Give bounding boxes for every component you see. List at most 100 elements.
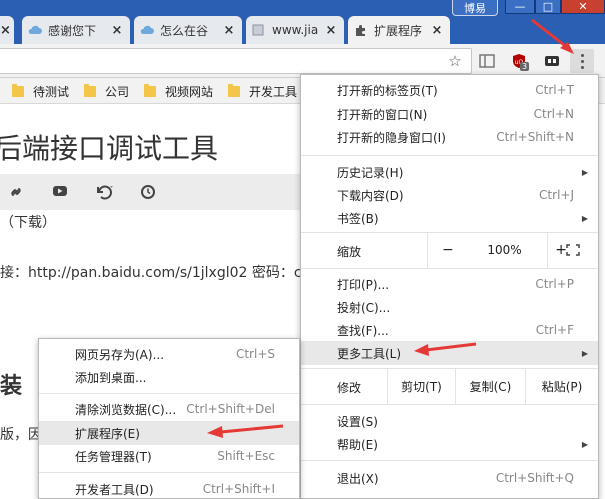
folder-icon (144, 84, 156, 97)
bookmark-label: 公司 (105, 85, 130, 99)
submenu-arrow-icon: ▶ (581, 439, 588, 449)
menu-item-shortcut: Ctrl+Shift+Q (495, 471, 574, 485)
more-tools-submenu: 网页另存为(A)... Ctrl+S 添加到桌面... 清除浏览数据(C)...… (38, 338, 300, 499)
menu-divider (39, 393, 299, 394)
tab-close-icon[interactable]: × (324, 23, 338, 38)
menu-item-label: 打开新的标签页(T) (337, 83, 438, 98)
history-icon[interactable] (140, 184, 156, 204)
menu-item-label: 打开新的隐身窗口(I) (337, 130, 446, 145)
minimize-button[interactable]: — (505, 0, 535, 14)
editor-toolbar (0, 174, 330, 210)
annotation-arrow-icon (414, 342, 477, 356)
tab-extensions[interactable]: 扩展程序 × (348, 16, 450, 44)
menu-item-print[interactable]: 打印(P)... Ctrl+P (301, 272, 598, 296)
menu-item-help[interactable]: 帮助(E) ▶ (301, 432, 598, 456)
tab-1[interactable]: 感谢您下 × (22, 16, 130, 44)
maximize-button[interactable]: □ (535, 0, 561, 14)
undo-icon[interactable] (94, 184, 116, 204)
submenu-arrow-icon: ▶ (581, 348, 588, 358)
puzzle-icon (354, 24, 368, 36)
submenu-item-task-manager[interactable]: 任务管理器(T) Shift+Esc (39, 444, 299, 468)
menu-item-history[interactable]: 历史记录(H) ▶ (301, 160, 598, 184)
zoom-out-button[interactable]: − (442, 242, 454, 258)
zoom-label: 缩放 (337, 245, 362, 259)
menu-item-new-window[interactable]: 打开新的窗口(N) Ctrl+N (301, 102, 598, 126)
cut-button[interactable]: 剪切(T) (387, 368, 455, 404)
page-text-line: 版，因 (0, 427, 42, 443)
bookmark-folder[interactable]: 公司 (84, 83, 129, 100)
tab-2[interactable]: 怎么在谷 × (134, 16, 242, 44)
menu-divider (39, 472, 299, 473)
menu-item-label: 清除浏览数据(C)... (75, 402, 177, 417)
menu-item-shortcut: Shift+Esc (217, 449, 275, 463)
bookmark-label: 开发工具 (249, 85, 298, 99)
zoom-value: 100% (487, 243, 522, 257)
browser-tab-strip: × 感谢您下 × 怎么在谷 × www.jia × 扩展程序 × 博易 — □ … (0, 0, 605, 44)
menu-item-label: 添加到桌面... (75, 370, 147, 385)
annotation-arrow-icon (207, 424, 284, 438)
submenu-item-developer-tools[interactable]: 开发者工具(D) Ctrl+Shift+I (39, 477, 299, 499)
menu-item-label: 查找(F)... (337, 323, 389, 338)
menu-divider (301, 460, 598, 461)
menu-item-label: 开发者工具(D) (75, 482, 154, 497)
menu-item-label: 任务管理器(T) (75, 449, 152, 464)
menu-item-label: 打开新的窗口(N) (337, 107, 428, 122)
tab-close-icon[interactable]: × (110, 23, 124, 38)
menu-item-label: 下载内容(D) (337, 188, 404, 203)
menu-item-label: 帮助(E) (337, 437, 378, 452)
menu-item-settings[interactable]: 设置(S) (301, 409, 598, 433)
zoom-row: 缩放 − 100% + (301, 232, 598, 268)
menu-item-label: 书签(B) (337, 211, 379, 226)
browser-toolbar: ☆ uO 3 (0, 44, 605, 78)
tab-close-icon[interactable]: × (222, 23, 236, 38)
tab-3[interactable]: www.jia × (246, 16, 344, 44)
close-window-button[interactable]: ✕ (561, 0, 605, 14)
submenu-arrow-icon: ▶ (581, 213, 588, 223)
tab-close-icon[interactable]: × (0, 23, 11, 38)
submenu-arrow-icon: ▶ (581, 167, 588, 177)
submenu-item-save-page[interactable]: 网页另存为(A)... Ctrl+S (39, 342, 299, 366)
video-icon[interactable] (52, 184, 68, 202)
menu-item-shortcut: Ctrl+F (535, 323, 574, 337)
bookmark-folder[interactable]: 开发工具 (228, 83, 297, 100)
bookmark-folder[interactable]: 待测试 (12, 83, 69, 100)
page-title: 后端接口调试工具 (0, 132, 219, 165)
fullscreen-button[interactable] (547, 232, 597, 268)
menu-divider (301, 155, 598, 156)
bookmark-folder[interactable]: 视频网站 (144, 83, 213, 100)
menu-item-find[interactable]: 查找(F)... Ctrl+F (301, 318, 598, 342)
page-text-line: （下载） (0, 215, 56, 231)
tab-title: 感谢您下 (48, 23, 97, 38)
menu-item-new-tab[interactable]: 打开新的标签页(T) Ctrl+T (301, 78, 598, 102)
paste-button[interactable]: 粘贴(P) (525, 368, 598, 404)
folder-icon (84, 84, 96, 97)
annotation-arrow-icon (531, 18, 574, 54)
menu-item-label: 退出(X) (337, 471, 379, 486)
page-text-line: 接：http://pan.baidu.com/s/1jlxgl02 密码：c (0, 265, 302, 281)
menu-divider (301, 268, 598, 269)
profile-button[interactable]: 博易 (452, 0, 498, 16)
menu-item-downloads[interactable]: 下载内容(D) Ctrl+J (301, 183, 598, 207)
menu-dots-icon (580, 53, 584, 57)
folder-icon (12, 84, 24, 97)
submenu-item-add-to-desktop[interactable]: 添加到桌面... (39, 365, 299, 389)
menu-item-exit[interactable]: 退出(X) Ctrl+Shift+Q (301, 466, 598, 490)
menu-item-cast[interactable]: 投射(C)... (301, 295, 598, 319)
menu-item-new-incognito[interactable]: 打开新的隐身窗口(I) Ctrl+Shift+N (301, 125, 598, 149)
tab-partial[interactable]: × (0, 16, 14, 44)
link-icon[interactable] (8, 184, 24, 204)
menu-item-label: 扩展程序(E) (75, 426, 140, 441)
reader-icon[interactable] (478, 52, 496, 70)
bookmark-star-icon[interactable]: ☆ (446, 52, 464, 70)
fullscreen-icon (565, 244, 580, 256)
submenu-item-clear-browsing-data[interactable]: 清除浏览数据(C)... Ctrl+Shift+Del (39, 397, 299, 421)
menu-item-label: 历史记录(H) (337, 165, 404, 180)
edit-row: 修改 剪切(T) 复制(C) 粘贴(P) (301, 368, 598, 404)
copy-button[interactable]: 复制(C) (455, 368, 525, 404)
folder-icon (228, 84, 240, 97)
tab-title: 怎么在谷 (160, 23, 209, 38)
menu-item-label: 投射(C)... (337, 300, 391, 315)
tab-close-icon[interactable]: × (430, 23, 444, 38)
menu-item-bookmarks[interactable]: 书签(B) ▶ (301, 206, 598, 230)
address-bar[interactable]: ☆ (0, 48, 472, 74)
